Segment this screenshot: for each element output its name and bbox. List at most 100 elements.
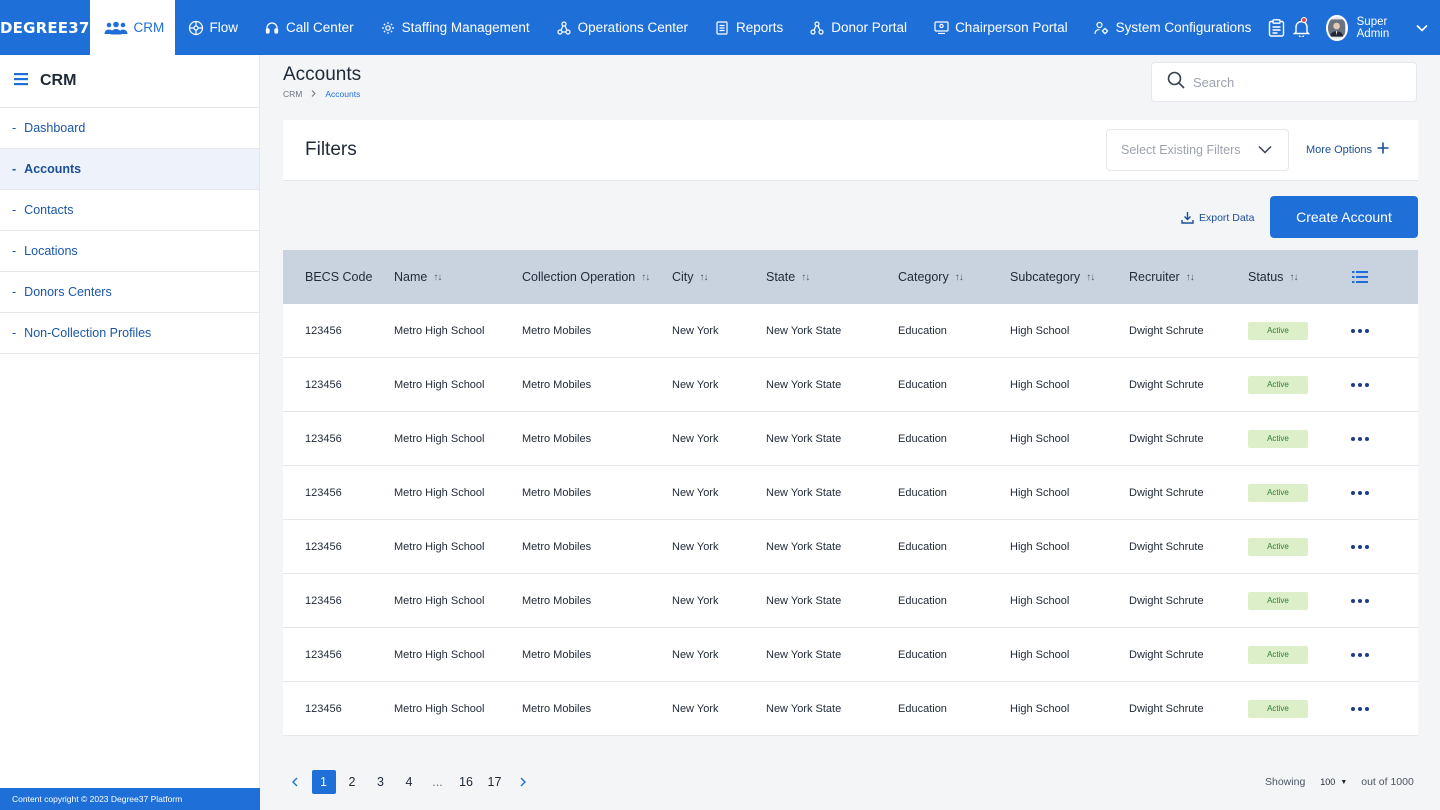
page-number-1[interactable]: 1 [311, 770, 336, 794]
sidebar-item-locations[interactable]: - Locations [0, 231, 259, 272]
column-settings-icon[interactable] [1352, 270, 1368, 284]
table-row[interactable]: 123456 Metro High School Metro Mobiles New … [283, 574, 1418, 628]
nav-item-donor-portal[interactable]: Donor Portal [796, 0, 920, 55]
sort-icon[interactable]: ↑↓ [1186, 272, 1195, 283]
table-row[interactable]: 123456 Metro High School Metro Mobiles New … [283, 628, 1418, 682]
more-actions-icon[interactable] [1351, 382, 1369, 387]
table-cell: Dwight Schrute [1129, 540, 1204, 553]
more-actions-icon[interactable] [1351, 706, 1369, 711]
column-header-subcategory[interactable]: Subcategory ↑↓ [1010, 270, 1095, 284]
sort-icon[interactable]: ↑↓ [1086, 272, 1095, 283]
create-account-button[interactable]: Create Account [1270, 196, 1418, 238]
nav-item-staffing-management[interactable]: Staffing Management [367, 0, 543, 55]
clipboard-icon[interactable] [1264, 12, 1289, 44]
table-cell: New York [672, 594, 719, 607]
avatar[interactable] [1326, 14, 1348, 41]
dash-marker: - [12, 244, 17, 258]
page-size-select[interactable]: 100 ▼ [1320, 777, 1347, 787]
table-cell: Metro Mobiles [522, 378, 592, 391]
table-cell: Metro High School [394, 702, 485, 715]
breadcrumb: CRM Accounts [283, 89, 360, 99]
more-actions-icon[interactable] [1351, 328, 1369, 333]
sort-icon[interactable]: ↑↓ [433, 272, 442, 283]
select-existing-filters-dropdown[interactable]: Select Existing Filters [1106, 129, 1289, 171]
table-row[interactable]: 123456 Metro High School Metro Mobiles New … [283, 412, 1418, 466]
nav-item-system-configurations[interactable]: System Configurations [1081, 0, 1265, 55]
hamburger-menu-icon[interactable] [14, 72, 28, 91]
table-cell: New York State [766, 432, 842, 445]
nav-label: Call Center [286, 20, 354, 35]
more-options-button[interactable]: More Options [1306, 142, 1389, 157]
column-header-status[interactable]: Status ↑↓ [1248, 270, 1298, 284]
column-header-becs-code[interactable]: BECS Code [305, 270, 372, 284]
table-cell: Metro Mobiles [522, 648, 592, 661]
sidebar-item-non-collection-profiles[interactable]: - Non-Collection Profiles [0, 313, 259, 354]
sort-icon[interactable]: ↑↓ [641, 272, 650, 283]
column-header-state[interactable]: State ↑↓ [766, 270, 810, 284]
sort-icon[interactable]: ↑↓ [1289, 272, 1298, 283]
nav-item-reports[interactable]: Reports [701, 0, 796, 55]
status-cell: Active [1248, 537, 1308, 556]
dash-marker: - [12, 162, 17, 176]
sort-icon[interactable]: ↑↓ [700, 272, 709, 283]
table-body: 123456 Metro High School Metro Mobiles New … [283, 304, 1418, 736]
table-row[interactable]: 123456 Metro High School Metro Mobiles New … [283, 682, 1418, 736]
more-actions-icon[interactable] [1351, 544, 1369, 549]
brand-logo[interactable]: DEGREE37 [0, 0, 90, 55]
table-cell: Education [898, 432, 947, 445]
table-cell: High School [1010, 594, 1070, 607]
filters-title: Filters [305, 139, 357, 160]
table-cell: New York State [766, 378, 842, 391]
page-number-2[interactable]: 2 [340, 770, 364, 794]
more-actions-icon[interactable] [1351, 598, 1369, 603]
table-cell: 123456 [305, 648, 342, 661]
sort-icon[interactable]: ↑↓ [801, 272, 810, 283]
sidebar-footer-copyright: Content copyright © 2023 Degree37 Platfo… [0, 788, 260, 810]
column-header-city[interactable]: City ↑↓ [672, 270, 709, 284]
table-row[interactable]: 123456 Metro High School Metro Mobiles New … [283, 520, 1418, 574]
table-row[interactable]: 123456 Metro High School Metro Mobiles New … [283, 358, 1418, 412]
chevron-right-icon[interactable] [511, 770, 535, 794]
bell-icon[interactable] [1289, 12, 1314, 44]
chevron-left-icon[interactable] [283, 770, 307, 794]
export-data-button[interactable]: Export Data [1181, 211, 1254, 224]
table-cell: New York State [766, 486, 842, 499]
sidebar-item-donors-centers[interactable]: - Donors Centers [0, 272, 259, 313]
table-cell: Dwight Schrute [1129, 648, 1204, 661]
sidebar-item-dashboard[interactable]: - Dashboard [0, 108, 259, 149]
nav-item-flow[interactable]: Flow [175, 0, 252, 55]
breadcrumb-crm[interactable]: CRM [283, 89, 302, 99]
nav-item-crm[interactable]: CRM [89, 0, 175, 55]
table-row[interactable]: 123456 Metro High School Metro Mobiles New … [283, 466, 1418, 520]
table-cell: 123456 [305, 378, 342, 391]
table-row[interactable]: 123456 Metro High School Metro Mobiles New … [283, 304, 1418, 358]
sidebar-item-accounts[interactable]: - Accounts [0, 149, 259, 190]
table-cell: New York [672, 324, 719, 337]
nav-item-call-center[interactable]: Call Center [251, 0, 367, 55]
user-name[interactable]: Super Admin [1357, 16, 1408, 40]
table-cell: New York [672, 432, 719, 445]
page-number-3[interactable]: 3 [369, 770, 393, 794]
more-actions-icon[interactable] [1351, 652, 1369, 657]
page-number-4[interactable]: 4 [397, 770, 421, 794]
column-header-category[interactable]: Category ↑↓ [898, 270, 964, 284]
sidebar-item-contacts[interactable]: - Contacts [0, 190, 259, 231]
search-input[interactable] [1193, 74, 1393, 90]
nav-item-chairperson-portal[interactable]: Chairperson Portal [920, 0, 1081, 55]
column-label: Subcategory [1010, 270, 1081, 284]
chevron-down-icon[interactable] [1416, 24, 1428, 32]
column-header-collection-operation[interactable]: Collection Operation ↑↓ [522, 270, 650, 284]
breadcrumb-accounts[interactable]: Accounts [325, 89, 360, 99]
sidebar-item-label: Locations [24, 244, 78, 258]
table-cell: Metro High School [394, 648, 485, 661]
table-cell: 123456 [305, 594, 342, 607]
page-number-17[interactable]: 17 [483, 770, 507, 794]
column-header-name[interactable]: Name ↑↓ [394, 270, 442, 284]
nav-item-operations-center[interactable]: Operations Center [543, 0, 701, 55]
more-actions-icon[interactable] [1351, 490, 1369, 495]
status-badge: Active [1248, 699, 1308, 718]
more-actions-icon[interactable] [1351, 436, 1369, 441]
page-number-16[interactable]: 16 [454, 770, 478, 794]
sort-icon[interactable]: ↑↓ [955, 272, 964, 283]
column-header-recruiter[interactable]: Recruiter ↑↓ [1129, 270, 1195, 284]
